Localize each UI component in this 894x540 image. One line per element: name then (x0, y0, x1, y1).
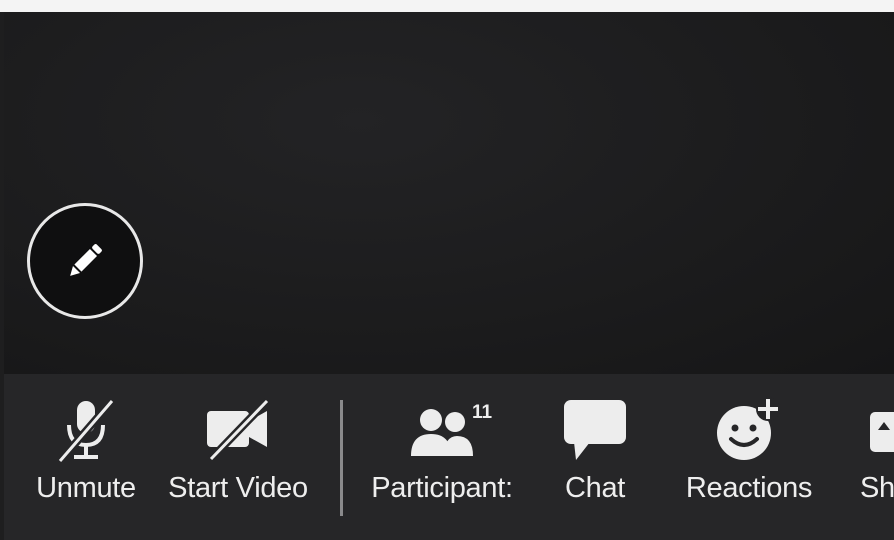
chat-label: Chat (564, 472, 626, 504)
unmute-button[interactable]: Unmute (30, 374, 142, 514)
participants-count-badge: 11 (472, 402, 493, 423)
reactions-button[interactable]: Reactions (676, 374, 822, 514)
meeting-window: Unmute Start Video 11 Participant: Chat … (0, 0, 894, 540)
share-screen-button[interactable]: Sh (860, 374, 894, 514)
participants-button[interactable]: 11 Participant: (364, 374, 520, 514)
reactions-label: Reactions (685, 472, 813, 504)
annotate-button[interactable] (27, 203, 143, 319)
video-area (4, 12, 894, 374)
share-label: Sh (860, 472, 894, 504)
chat-button[interactable]: Chat (550, 374, 640, 514)
participants-icon (409, 396, 475, 464)
pencil-icon (70, 244, 102, 276)
chat-bubble-icon (562, 396, 628, 464)
smiley-plus-icon (714, 396, 784, 464)
toolbar-divider (340, 400, 343, 516)
participants-label: Participant: (371, 472, 513, 504)
top-strip (0, 0, 894, 12)
meeting-toolbar: Unmute Start Video 11 Participant: Chat … (4, 374, 894, 540)
video-camera-off-icon (203, 396, 273, 464)
unmute-label: Unmute (36, 472, 136, 504)
start-video-label: Start Video (168, 472, 308, 504)
start-video-button[interactable]: Start Video (160, 374, 316, 514)
share-screen-icon (860, 396, 894, 464)
microphone-muted-icon (54, 396, 118, 464)
